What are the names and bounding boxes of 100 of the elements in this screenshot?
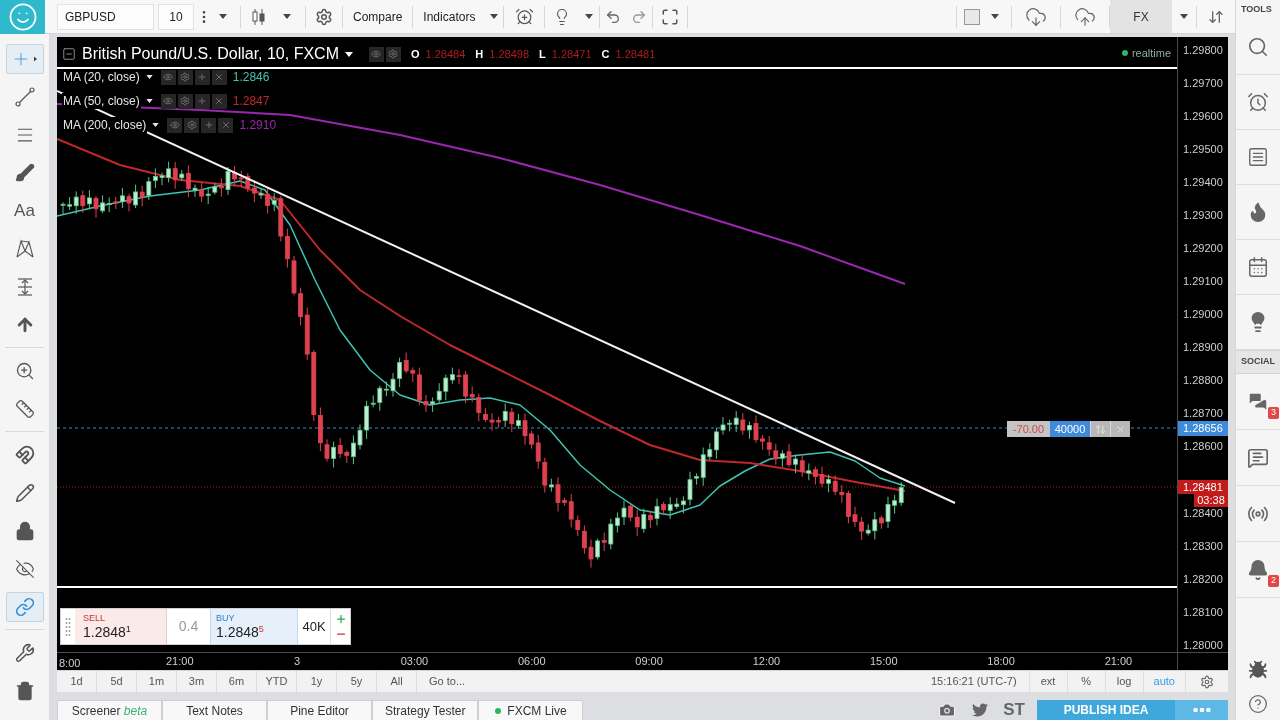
buy-button[interactable]: BUY 1.2848$^{5}$	[210, 609, 298, 644]
fullscreen-icon[interactable]	[661, 7, 680, 26]
link-tool-button[interactable]	[5, 592, 44, 622]
realtime-label: realtime	[1131, 46, 1171, 61]
range-button[interactable]: 5d	[97, 670, 137, 693]
price-label: 1.29000	[1183, 308, 1223, 321]
close-icon[interactable]	[211, 93, 227, 109]
price-axis[interactable]: 1.29800 1.29700 1.29600 1.29500 1.29400 1.29300 1.29200 1.29100 1.29000 1.28900 1.28800 1.28700 1.28600 1.28400 1.28300 1.28200 1.28100 1.28000 1.28656 1.28481 03:38	[1177, 37, 1228, 652]
scale-option[interactable]: log	[1105, 670, 1144, 693]
caret-icon[interactable]	[33, 56, 38, 62]
indicator-value: 1.2910	[239, 117, 277, 134]
ohlc-key: L	[539, 45, 546, 63]
range-button[interactable]: 1m	[137, 670, 177, 693]
clock-label: 15:16:21 (UTC-7)	[919, 670, 1030, 693]
toolbar-button[interactable]: Compare	[343, 3, 413, 30]
settings-icon[interactable]	[386, 46, 401, 62]
color-swatch-icon[interactable]	[964, 8, 980, 25]
redo-icon[interactable]	[631, 8, 648, 25]
caret-icon[interactable]	[219, 14, 227, 19]
range-button[interactable]: 6m	[217, 670, 257, 693]
caret-icon[interactable]	[145, 75, 153, 79]
caret-icon[interactable]	[152, 123, 160, 127]
eye-icon[interactable]	[160, 69, 176, 85]
interval-field[interactable]: 10	[158, 3, 194, 30]
range-button[interactable]: 1y	[297, 670, 337, 693]
share-button[interactable]: ST	[1003, 700, 1025, 720]
settings-icon[interactable]	[1200, 674, 1214, 689]
symbol-search-field[interactable]: GBPUSD	[57, 3, 154, 30]
time-label: 18:00	[987, 654, 1015, 670]
range-button[interactable]: 1d	[57, 670, 97, 693]
trend-line[interactable]	[57, 90, 956, 504]
exchange-button[interactable]: FX	[1110, 0, 1172, 33]
order-quantity[interactable]: 40000	[1050, 421, 1090, 437]
caret-icon[interactable]	[585, 14, 594, 19]
caret-icon[interactable]	[345, 51, 353, 57]
calendar-icon[interactable]	[1247, 256, 1269, 278]
cloud-upload-icon[interactable]	[1074, 5, 1096, 28]
panel-tab[interactable]: Pine Editor	[267, 700, 372, 720]
panel-tab[interactable]: Text Notes	[162, 700, 267, 720]
sort-icon[interactable]	[1208, 8, 1224, 25]
text-tool-button[interactable]: Aa	[5, 196, 44, 226]
close-icon[interactable]	[218, 117, 234, 133]
eye-icon[interactable]	[160, 93, 176, 109]
caret-icon[interactable]	[283, 14, 291, 19]
quantity-field[interactable]: 40K	[298, 609, 330, 644]
time-axis[interactable]: 8:00 21:00 3 03:00 06:00 09:00 12:00 15:00 18:00 21:00	[57, 653, 1177, 670]
bell-icon[interactable]	[1247, 558, 1269, 581]
bird-icon[interactable]	[971, 702, 990, 718]
price-label: 1.29300	[1183, 209, 1223, 222]
help-icon[interactable]	[1248, 694, 1268, 714]
chat-icon[interactable]	[1247, 446, 1269, 469]
link-icon	[14, 597, 35, 617]
settings-icon[interactable]	[184, 117, 200, 133]
settings-icon[interactable]	[315, 7, 333, 26]
ohlc-value: 1.28481	[615, 46, 656, 62]
settings-icon[interactable]	[177, 93, 193, 109]
settings-icon[interactable]	[177, 69, 193, 85]
range-button[interactable]: 3m	[177, 670, 217, 693]
alarm-clock-icon[interactable]	[1247, 91, 1269, 113]
plus-icon[interactable]	[334, 613, 347, 625]
caret-icon[interactable]	[1180, 14, 1188, 19]
price-label: 1.28400	[1183, 507, 1223, 520]
indicator-name[interactable]: MA (20, close)	[62, 69, 141, 85]
eye-icon[interactable]	[167, 117, 183, 133]
indicator-value: 1.2847	[232, 93, 270, 110]
order-price-line[interactable]	[57, 427, 1177, 429]
caret-icon[interactable]	[991, 14, 999, 19]
chat-icon[interactable]	[1247, 390, 1269, 413]
indicator-name[interactable]: MA (50, close)	[62, 93, 141, 109]
range-button[interactable]: YTD	[257, 670, 297, 693]
scale-option[interactable]: ext	[1029, 670, 1068, 693]
camera-icon[interactable]	[937, 701, 958, 719]
alarm-plus-icon[interactable]	[514, 7, 534, 26]
pattern-icon	[14, 239, 35, 259]
eye-icon[interactable]	[369, 46, 384, 62]
indicator-name[interactable]: MA (200, close)	[62, 117, 148, 133]
minus-box-icon[interactable]	[62, 47, 76, 61]
panel-tab[interactable]: FXCM Live	[478, 700, 584, 720]
undo-icon[interactable]	[605, 8, 622, 25]
time-label: 06:00	[518, 654, 546, 670]
sell-button[interactable]: SELL 1.2848$^{1}$	[75, 609, 167, 644]
cloud-download-icon[interactable]	[1025, 5, 1047, 28]
list-icon[interactable]	[1247, 146, 1269, 168]
range-button[interactable]: 5y	[337, 670, 377, 693]
caret-icon[interactable]	[490, 14, 499, 19]
panel-tab[interactable]: Strategy Tester	[372, 700, 479, 720]
search-icon[interactable]	[1247, 36, 1269, 58]
price-label: 1.29800	[1183, 44, 1223, 57]
time-label: 09:00	[635, 654, 663, 670]
toolbar-button[interactable]: Indicators	[413, 3, 486, 30]
close-icon[interactable]	[211, 69, 227, 85]
bug-icon[interactable]	[1248, 660, 1268, 680]
price-label: 1.29700	[1183, 77, 1223, 90]
scale-option[interactable]: %	[1067, 670, 1106, 693]
caret-icon[interactable]	[145, 99, 153, 103]
range-button[interactable]: All	[377, 670, 417, 693]
candlestick-icon[interactable]	[252, 7, 266, 26]
panel-tab[interactable]: Screener beta	[57, 700, 162, 720]
drag-handle-icon[interactable]	[65, 616, 71, 637]
go-to-button[interactable]: Go to...	[417, 670, 478, 693]
